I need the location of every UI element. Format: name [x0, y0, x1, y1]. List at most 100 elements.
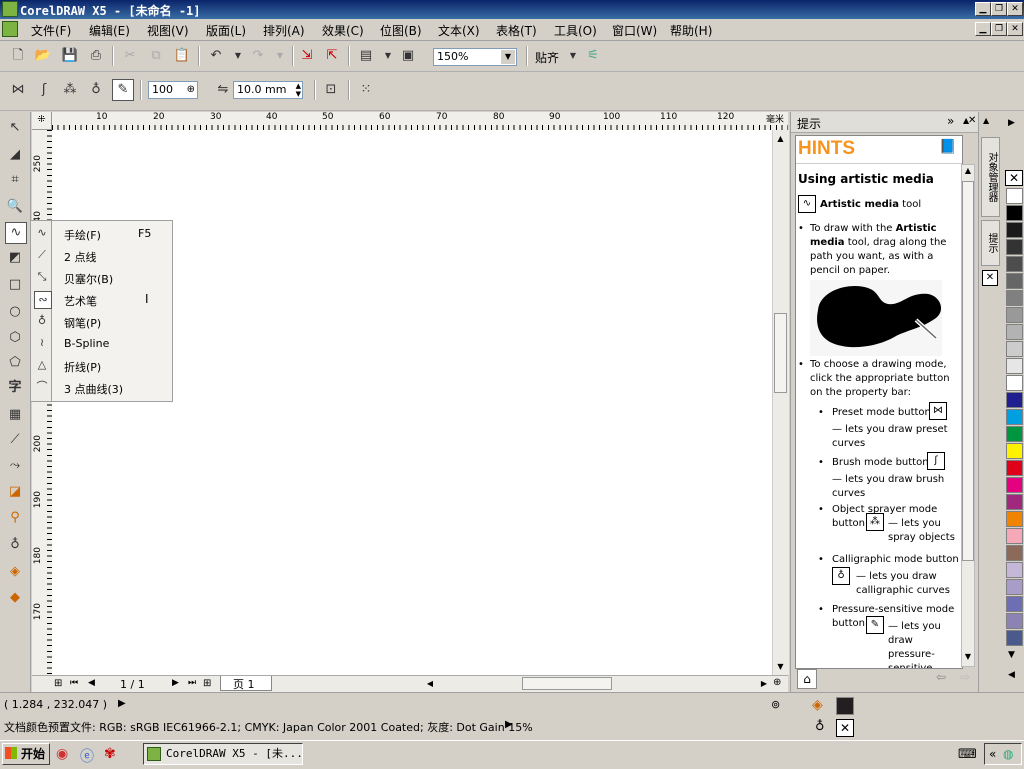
tab-hints[interactable]: 提示: [981, 220, 1000, 266]
rectangle-tool-icon[interactable]: □: [5, 275, 25, 295]
color-swatch[interactable]: [1006, 528, 1023, 544]
interactive-fill-tool-icon[interactable]: ◆: [5, 588, 25, 608]
save-icon[interactable]: 💾: [60, 46, 80, 66]
hints-scroll-down-icon[interactable]: ▼: [962, 652, 974, 664]
zoom-dropdown-icon[interactable]: ▼: [501, 50, 515, 64]
color-swatch[interactable]: [1006, 392, 1023, 408]
doc-restore-button[interactable]: ❐: [991, 22, 1007, 36]
menu-effects[interactable]: 效果(C): [322, 22, 364, 39]
tabs-close-icon[interactable]: ✕: [982, 270, 998, 286]
stroke-width-field[interactable]: 10.0 mm ▲ ▼: [233, 81, 303, 99]
freehand-smoothing-field[interactable]: 100 ⊕: [148, 81, 198, 99]
color-swatch[interactable]: [1006, 188, 1023, 204]
scroll-left-icon[interactable]: ◀: [424, 677, 436, 690]
outline-tool-icon[interactable]: ♁: [5, 535, 25, 555]
color-swatch[interactable]: [1006, 222, 1023, 238]
color-swatch[interactable]: [1006, 341, 1023, 357]
brush-mode-icon[interactable]: ʃ: [34, 80, 54, 100]
hints-book-icon[interactable]: 📘: [939, 139, 956, 155]
color-swatch[interactable]: [1006, 613, 1023, 629]
menu-help[interactable]: 帮助(H): [670, 22, 712, 39]
maximize-button[interactable]: ❐: [991, 2, 1007, 16]
color-swatch[interactable]: [1006, 290, 1023, 306]
hints-forward-icon[interactable]: ⇨: [955, 670, 975, 688]
add-page-icon[interactable]: ⊞: [54, 678, 62, 689]
menu-table[interactable]: 表格(T): [496, 22, 537, 39]
flyout-item-artistic-media[interactable]: 艺术笔: [64, 293, 97, 309]
basic-shapes-tool-icon[interactable]: ⬠: [5, 353, 25, 373]
menu-layout[interactable]: 版面(L): [206, 22, 246, 39]
polygon-tool-icon[interactable]: ⬡: [5, 328, 25, 348]
import-icon[interactable]: ⇲: [297, 46, 317, 66]
hints-scroll-up-icon[interactable]: ▲: [962, 166, 974, 178]
first-page-icon[interactable]: ⏮: [70, 678, 78, 688]
status-expand-icon[interactable]: ▶: [118, 698, 126, 709]
tabs-scroll-up-icon[interactable]: ▲: [983, 116, 989, 125]
ruler-origin-icon[interactable]: ⁜: [32, 112, 52, 130]
polyline-icon[interactable]: △: [34, 357, 50, 373]
scroll-down-icon[interactable]: ▼: [774, 660, 787, 673]
menu-text[interactable]: 文本(X): [438, 22, 480, 39]
tab-object-manager[interactable]: 对象管理器: [981, 137, 1000, 217]
copy-icon[interactable]: ⧉: [146, 46, 166, 66]
palette-scroll-down-icon[interactable]: ▼: [1008, 650, 1015, 660]
app-quicklaunch-icon[interactable]: ✾: [104, 746, 116, 762]
color-swatch[interactable]: [1006, 205, 1023, 221]
preset-mode-icon[interactable]: ⋈: [8, 80, 28, 100]
next-page-icon[interactable]: ▶: [172, 678, 179, 688]
color-swatch[interactable]: [1006, 307, 1023, 323]
color-swatch[interactable]: [1006, 256, 1023, 272]
three-point-curve-icon[interactable]: ⌒: [34, 379, 50, 395]
connector-tool-icon[interactable]: ⤳: [5, 456, 25, 476]
launcher-dropdown-icon[interactable]: ▼: [378, 46, 398, 66]
close-button[interactable]: ✕: [1007, 2, 1023, 16]
freehand-icon[interactable]: ∿: [34, 225, 50, 241]
collapse-docker-icon[interactable]: »: [947, 114, 954, 128]
pen-icon[interactable]: ♁: [34, 313, 50, 329]
navigator-icon[interactable]: ⊕: [773, 677, 781, 688]
table-tool-icon[interactable]: ▦: [5, 405, 25, 425]
add-page-after-icon[interactable]: ⊞: [203, 678, 211, 689]
welcome-screen-icon[interactable]: ▣: [398, 46, 418, 66]
menu-view[interactable]: 视图(V): [147, 22, 189, 39]
scroll-up-icon[interactable]: ▲: [774, 132, 787, 145]
hints-home-icon[interactable]: ⌂: [797, 669, 817, 689]
menu-file[interactable]: 文件(F): [31, 22, 71, 39]
profile-expand-icon[interactable]: ▶: [505, 719, 513, 730]
flyout-item-freehand[interactable]: 手绘(F): [64, 227, 101, 243]
menu-arrange[interactable]: 排列(A): [263, 22, 305, 39]
snap-dropdown-icon[interactable]: ▼: [563, 46, 583, 66]
export-icon[interactable]: ⇱: [322, 46, 342, 66]
drawing-canvas[interactable]: [52, 130, 772, 675]
doc-minimize-button[interactable]: ▁: [975, 22, 991, 36]
smart-fill-tool-icon[interactable]: ◩: [5, 248, 25, 268]
horizontal-scroll-thumb[interactable]: [522, 677, 612, 690]
options-icon[interactable]: ⚟: [583, 46, 603, 66]
scale-with-object-icon[interactable]: ⊡: [321, 80, 341, 100]
fill-tool-icon[interactable]: ◈: [5, 562, 25, 582]
menu-tools[interactable]: 工具(O): [554, 22, 597, 39]
menu-edit[interactable]: 编辑(E): [89, 22, 130, 39]
flyout-item-bezier[interactable]: 贝塞尔(B): [64, 271, 113, 287]
eyedropper-tool-icon[interactable]: ⚲: [5, 508, 25, 528]
hints-scroll-thumb[interactable]: [962, 181, 974, 561]
smoothing-slider-icon[interactable]: ⊕: [187, 82, 195, 98]
ie-icon[interactable]: ⓔ: [80, 746, 94, 766]
flyout-item-3-point-curve[interactable]: 3 点曲线(3): [64, 381, 123, 397]
palette-expand-icon[interactable]: ◀: [1008, 670, 1015, 680]
shape-tool-icon[interactable]: ◢: [5, 145, 25, 165]
ellipse-tool-icon[interactable]: ○: [5, 302, 25, 322]
redo-dropdown-icon[interactable]: ▼: [270, 46, 290, 66]
paste-icon[interactable]: 📋: [172, 46, 192, 66]
zoom-tool-icon[interactable]: 🔍: [5, 197, 25, 217]
color-swatch[interactable]: [1006, 460, 1023, 476]
bounding-box-icon[interactable]: ⁙: [356, 80, 376, 100]
application-launcher-icon[interactable]: ▤: [356, 46, 376, 66]
color-swatch[interactable]: [1006, 239, 1023, 255]
calligraphic-mode-icon[interactable]: ♁: [86, 80, 106, 100]
bspline-icon[interactable]: ≀: [34, 335, 50, 351]
new-document-icon[interactable]: 🗋: [8, 46, 28, 66]
docker-nav-up-icon[interactable]: ▲: [963, 116, 969, 125]
previous-page-icon[interactable]: ◀: [88, 678, 95, 688]
doc-close-button[interactable]: ✕: [1007, 22, 1023, 36]
